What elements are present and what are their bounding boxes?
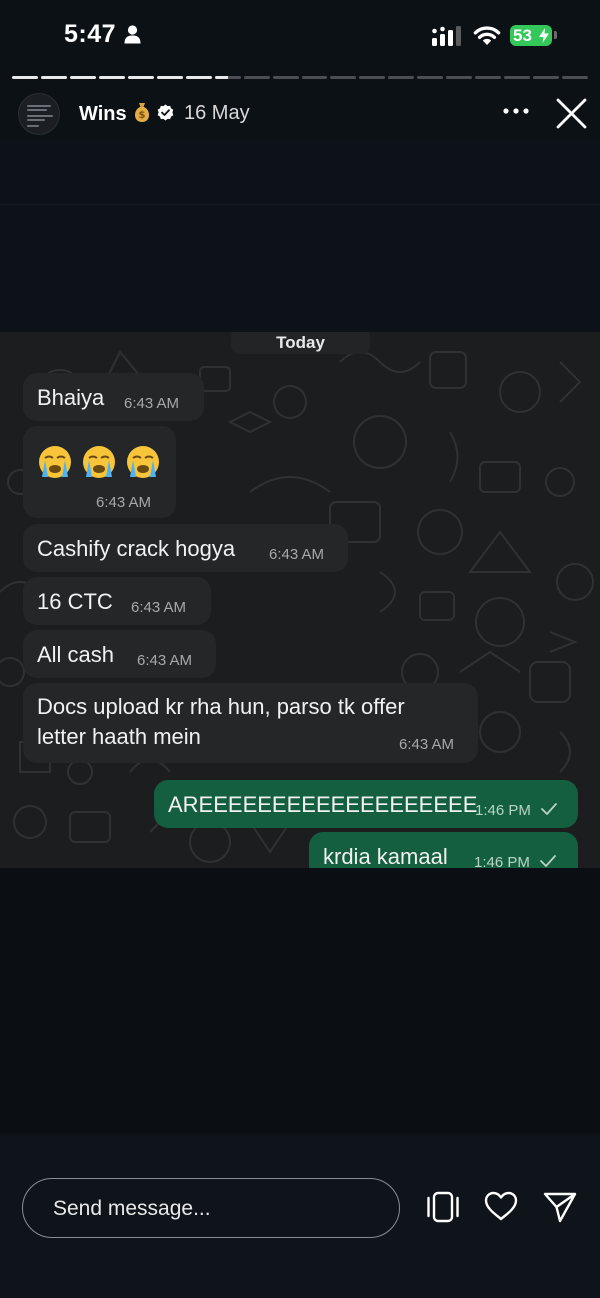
- story-progress-segment: [359, 76, 386, 79]
- send-icon[interactable]: [543, 1191, 577, 1223]
- story-progress-segment: [475, 76, 502, 79]
- story-progress-segment: [214, 76, 241, 79]
- message-bubble-incoming[interactable]: All cash 6:43 AM: [23, 630, 216, 678]
- message-time: 6:43 AM: [399, 736, 455, 753]
- day-separator: Today: [231, 332, 370, 354]
- message-bubble-incoming[interactable]: 6:43 AM: [23, 426, 176, 518]
- story-progress-segment: [301, 76, 328, 79]
- divider: [0, 204, 600, 205]
- message-bubble-outgoing[interactable]: krdia kamaal 1:46 PM: [309, 832, 578, 868]
- money-bag-icon: $: [135, 103, 150, 122]
- message-text: Bhaiya: [37, 385, 105, 410]
- message-bubble-incoming[interactable]: Bhaiya 6:43 AM: [23, 373, 204, 421]
- sent-check-icon: [540, 855, 556, 867]
- day-separator-label: Today: [276, 333, 325, 352]
- message-text-line-1: Docs upload kr rha hun, parso tk offer: [37, 694, 405, 719]
- sent-check-icon: [541, 803, 557, 815]
- story-progress-segment: [243, 76, 270, 79]
- send-message-input[interactable]: Send message...: [22, 1178, 400, 1238]
- svg-text:$: $: [139, 110, 146, 121]
- message-time: 6:43 AM: [124, 395, 180, 412]
- message-text: 16 CTC: [37, 589, 113, 614]
- story-progress-segment: [40, 76, 67, 79]
- message-text: krdia kamaal: [323, 844, 448, 868]
- message-bubble-incoming[interactable]: 16 CTC 6:43 AM: [23, 577, 211, 625]
- story-progress-segment: [388, 76, 415, 79]
- reply-bar: Send message...: [0, 1134, 600, 1298]
- story-progress-segment: [127, 76, 154, 79]
- wifi-icon: [473, 26, 501, 45]
- story-header: Wins $ 16 May: [0, 88, 600, 140]
- person-icon: [124, 25, 141, 44]
- gallery-icon[interactable]: [425, 1191, 461, 1223]
- heart-icon[interactable]: [484, 1191, 518, 1221]
- message-bubble-incoming[interactable]: Cashify crack hogya 6:43 AM: [23, 524, 348, 572]
- story-date: 16 May: [184, 102, 250, 124]
- story-progress-segment: [330, 76, 357, 79]
- send-message-placeholder: Send message...: [53, 1197, 211, 1220]
- verified-badge-icon: [157, 104, 174, 121]
- story-progress-segment: [504, 76, 531, 79]
- battery-level: 53: [513, 26, 532, 45]
- story-progress-segment: [185, 76, 212, 79]
- loudly-crying-face-icon: [83, 446, 115, 478]
- chat-screenshot: Today Bhaiya 6:43 AM 6:43 AM Cashify cra…: [0, 332, 600, 868]
- story-progress-segment: [562, 76, 589, 79]
- story-progress-segment: [533, 76, 560, 79]
- story-bottom-band: [0, 868, 600, 1134]
- message-time: 1:46 PM: [475, 802, 531, 819]
- status-time: 5:47: [64, 20, 117, 48]
- message-time: 1:46 PM: [474, 854, 530, 868]
- message-text: All cash: [37, 642, 115, 667]
- avatar[interactable]: [18, 93, 60, 135]
- signal-icon: [432, 26, 461, 46]
- message-time: 6:43 AM: [137, 652, 193, 669]
- message-bubble-incoming[interactable]: Docs upload kr rha hun, parso tk offer l…: [23, 683, 478, 763]
- story-progress-segment: [69, 76, 96, 79]
- more-icon[interactable]: [503, 108, 529, 114]
- story-progress-bar: [12, 76, 589, 79]
- loudly-crying-face-icon: [39, 446, 71, 478]
- message-text: AREEEEEEEEEEEEEEEEEEE: [168, 792, 478, 817]
- message-time: 6:43 AM: [96, 494, 152, 511]
- charging-bolt-icon: [539, 28, 549, 43]
- story-progress-segment: [272, 76, 299, 79]
- story-progress-segment: [98, 76, 125, 79]
- battery-cap: [554, 31, 557, 39]
- story-progress-segment: [12, 76, 38, 79]
- story-progress-segment: [446, 76, 473, 79]
- username-text: Wins: [79, 103, 127, 125]
- close-icon[interactable]: [556, 98, 587, 129]
- message-text: Cashify crack hogya: [37, 536, 236, 561]
- story-top-band: [0, 140, 600, 332]
- message-text-line-2: letter haath mein: [37, 724, 201, 749]
- story-progress-segment: [417, 76, 444, 79]
- battery-icon: 53: [510, 25, 552, 46]
- loudly-crying-face-icon: [127, 446, 159, 478]
- status-bar: 5:47 53: [0, 0, 600, 70]
- message-bubble-outgoing[interactable]: AREEEEEEEEEEEEEEEEEEE 1:46 PM: [154, 780, 578, 828]
- message-time: 6:43 AM: [269, 546, 325, 563]
- message-time: 6:43 AM: [131, 599, 187, 616]
- username[interactable]: Wins $: [79, 101, 152, 126]
- story-progress-segment: [156, 76, 183, 79]
